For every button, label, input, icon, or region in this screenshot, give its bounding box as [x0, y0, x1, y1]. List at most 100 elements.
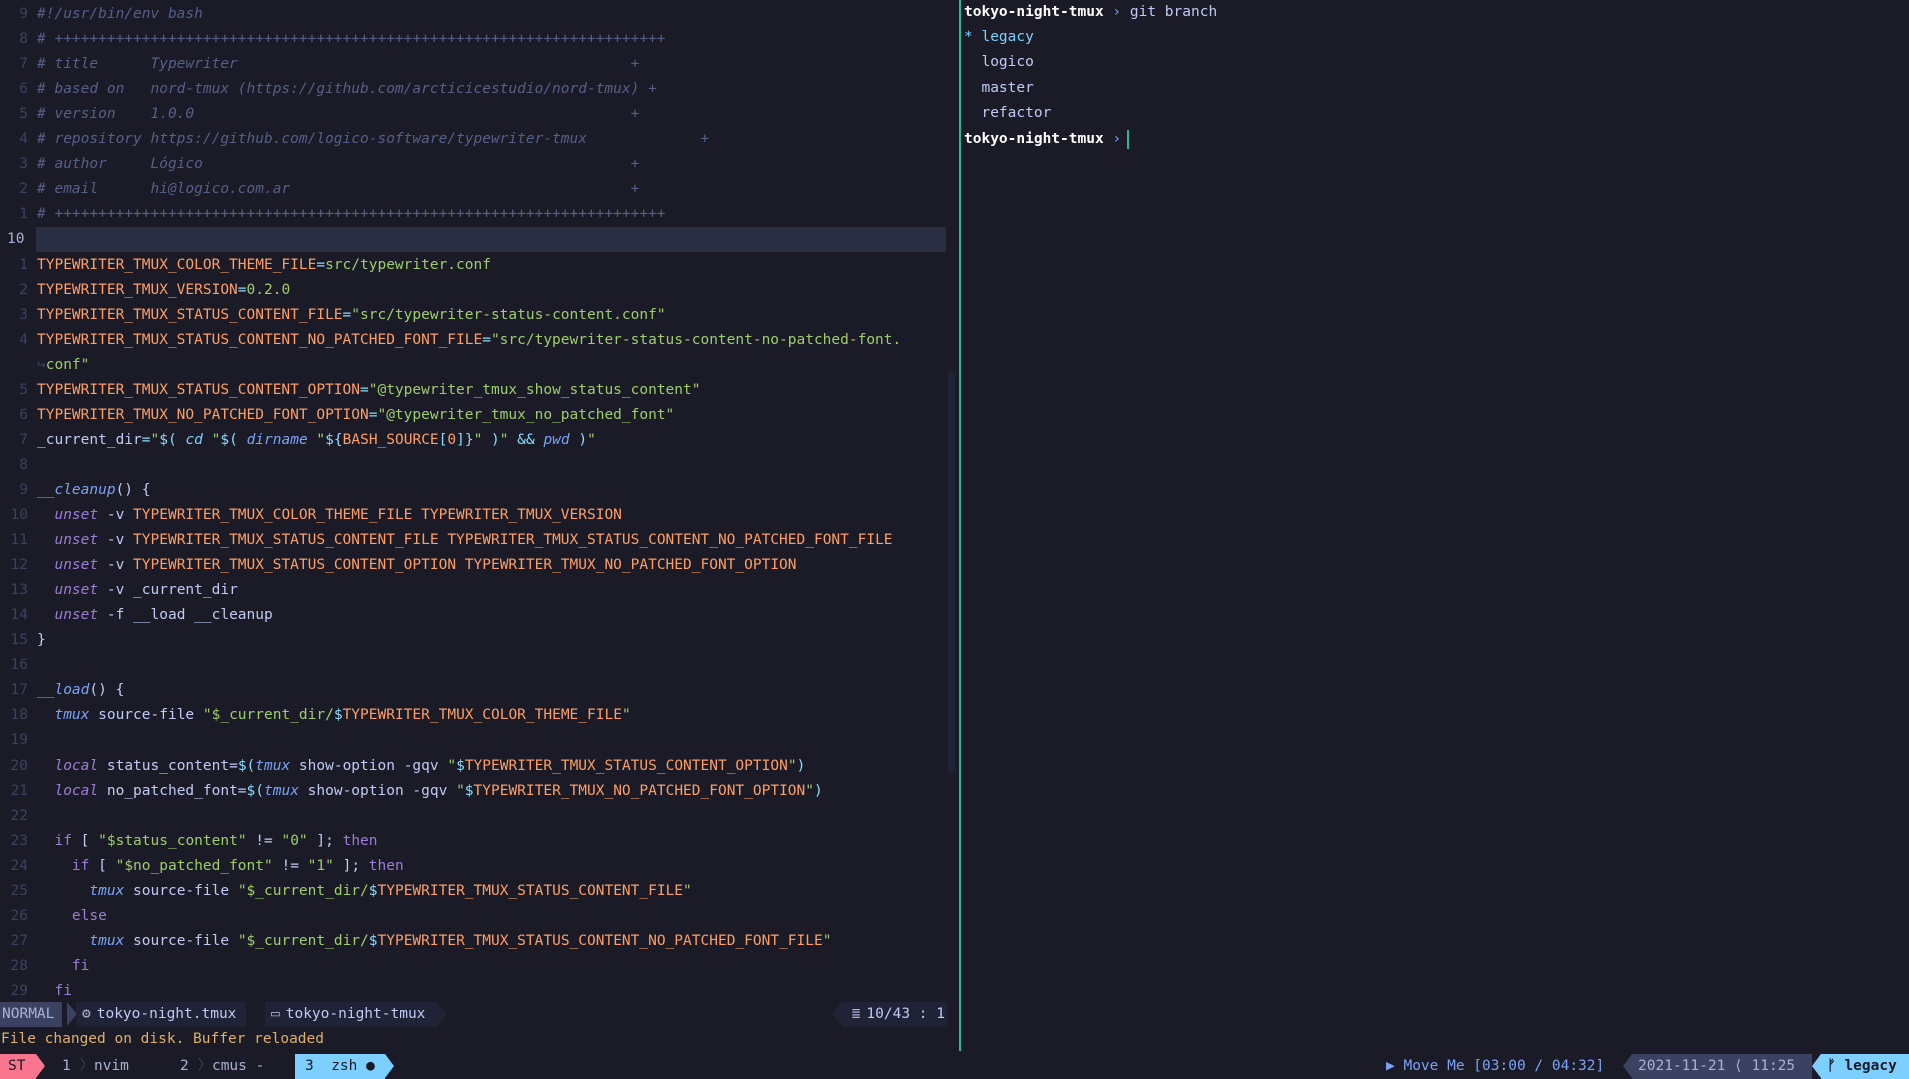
code-token: 0.2.0 — [246, 281, 291, 298]
code-token: no_patched_font= — [98, 782, 247, 799]
tmux-window-2[interactable]: 2 〉cmus - — [180, 1054, 264, 1079]
code-line[interactable]: # email hi@logico.com.ar + — [37, 177, 639, 202]
code-line[interactable]: unset -v TYPEWRITER_TMUX_STATUS_CONTENT_… — [37, 553, 796, 578]
prompt-directory: tokyo-night-tmux — [964, 131, 1104, 147]
code-line[interactable]: if [ "$no_patched_font" != "1" ]; then — [37, 854, 404, 879]
line-number: 20 — [10, 757, 28, 774]
code-token: dirname — [246, 431, 308, 448]
code-token: "src/typewriter-status-content.conf" — [351, 306, 666, 323]
code-line[interactable]: TYPEWRITER_TMUX_NO_PATCHED_FONT_OPTION="… — [37, 403, 674, 428]
code-line[interactable]: ↪conf" — [37, 353, 89, 378]
code-token: TYPEWRITER_TMUX_VERSION — [37, 281, 238, 298]
code-line[interactable]: tmux source-file "$_current_dir/$TYPEWRI… — [37, 879, 691, 904]
code-line[interactable]: TYPEWRITER_TMUX_STATUS_CONTENT_NO_PATCHE… — [37, 328, 901, 353]
code-line[interactable]: if [ "$status_content" != "0" ]; then — [37, 829, 377, 854]
branch-list-item: refactor — [964, 101, 1051, 126]
branch-list-item: logico — [964, 50, 1033, 75]
code-line[interactable]: tmux source-file "$_current_dir/$TYPEWRI… — [37, 929, 831, 954]
code-line[interactable]: local status_content=$(tmux show-option … — [37, 754, 805, 779]
code-token: ]; — [333, 857, 369, 874]
code-token: $( — [246, 782, 264, 799]
statusline-file: ⚙ tokyo-night.tmux — [76, 1002, 247, 1027]
code-token: BASH_SOURCE — [342, 431, 439, 448]
pane-divider[interactable] — [959, 0, 961, 1051]
code-token: src/typewriter.conf — [325, 256, 491, 273]
code-line[interactable]: fi — [37, 954, 89, 979]
code-line[interactable]: local no_patched_font=$(tmux show-option… — [37, 779, 822, 804]
cursor-position: 10/43 : 1 — [866, 1006, 945, 1022]
line-number: 22 — [10, 807, 28, 824]
code-token: source-file — [89, 707, 203, 724]
code-line[interactable]: _current_dir="$( cd "$( dirname "${BASH_… — [37, 428, 596, 453]
code-token: ) — [569, 431, 588, 448]
code-token: "$_current_dir/ — [202, 707, 334, 724]
code-line[interactable]: unset -v TYPEWRITER_TMUX_COLOR_THEME_FIL… — [37, 503, 621, 528]
code-line[interactable]: unset -f __load __cleanup — [37, 603, 273, 628]
code-token: TYPEWRITER_TMUX_NO_PATCHED_FONT_OPTION — [37, 406, 369, 423]
editor-scrollbar-thumb[interactable] — [948, 372, 955, 772]
code-token: conf" — [45, 356, 90, 373]
code-token: " — [307, 431, 326, 448]
code-line[interactable]: # title Typewriter + — [37, 52, 639, 77]
code-token: [ — [71, 832, 99, 849]
code-token: = — [237, 281, 247, 298]
code-token: = — [141, 431, 151, 448]
branch-name: refactor — [981, 104, 1052, 121]
code-line[interactable]: TYPEWRITER_TMUX_VERSION=0.2.0 — [37, 278, 290, 303]
code-token: -f __load __cleanup — [98, 607, 273, 624]
code-line[interactable]: # version 1.0.0 + — [37, 102, 639, 127]
code-token: status_content= — [98, 757, 238, 774]
code-token: () { — [89, 682, 125, 699]
code-line[interactable]: # ++++++++++++++++++++++++++++++++++++++… — [37, 202, 666, 227]
code-line[interactable]: __load() { — [37, 678, 124, 703]
terminal-pane[interactable] — [964, 0, 1909, 1050]
code-token: != — [246, 832, 282, 849]
line-number: 10 — [7, 231, 25, 248]
code-token: # ++++++++++++++++++++++++++++++++++++++… — [37, 206, 666, 223]
code-line[interactable]: else — [37, 904, 107, 929]
code-line[interactable]: # repository https://github.com/logico-s… — [37, 127, 709, 152]
tmux-window-3-active[interactable]: 3 zsh ● — [286, 1054, 394, 1079]
code-line[interactable]: unset -v TYPEWRITER_TMUX_STATUS_CONTENT_… — [37, 528, 892, 553]
code-token: " — [456, 782, 465, 799]
code-line[interactable]: unset -v _current_dir — [37, 578, 237, 603]
branch-marker — [964, 80, 973, 96]
code-line[interactable]: fi — [37, 979, 71, 1004]
line-number: 24 — [10, 857, 28, 874]
code-token: != — [272, 857, 308, 874]
line-number: 9 — [19, 6, 28, 22]
editor-pane[interactable]: 9 #!/usr/bin/env bash 8 # +++++++++++++++++… — [0, 0, 947, 1010]
code-token: tmux — [89, 882, 125, 899]
code-token: " — [787, 757, 797, 774]
code-line[interactable]: } — [37, 628, 46, 653]
code-line[interactable]: tmux source-file "$_current_dir/$TYPEWRI… — [37, 703, 630, 728]
code-line[interactable]: #!/usr/bin/env bash — [37, 2, 203, 27]
now-playing: ▶ Move Me [03:00 / 04:32] — [1386, 1058, 1605, 1074]
branch-name: master — [981, 79, 1034, 96]
command-line-message: File changed on disk. Buffer reloaded — [1, 1031, 325, 1047]
line-number: 7 — [19, 56, 28, 73]
code-line[interactable]: TYPEWRITER_TMUX_COLOR_THEME_FILE=src/typ… — [37, 253, 491, 278]
line-number: 1 — [19, 256, 28, 273]
terminal-prompt-line[interactable]: tokyo-night-tmux › — [964, 127, 1130, 152]
code-line[interactable]: # ++++++++++++++++++++++++++++++++++++++… — [37, 27, 666, 52]
code-token: unset — [54, 607, 99, 624]
code-token: $ — [333, 707, 343, 724]
code-line[interactable]: # based on nord-tmux (https://github.com… — [37, 77, 657, 102]
code-line[interactable]: TYPEWRITER_TMUX_STATUS_CONTENT_OPTION="@… — [37, 378, 700, 403]
tmux-session-name[interactable]: ST — [0, 1054, 45, 1079]
line-number: 28 — [10, 957, 28, 974]
code-line[interactable]: # author Lógico + — [37, 152, 639, 177]
code-line[interactable]: TYPEWRITER_TMUX_STATUS_CONTENT_FILE="src… — [37, 303, 666, 328]
tmux-window-1[interactable]: 1 〉nvim — [62, 1054, 129, 1079]
code-token: ) — [482, 431, 500, 448]
code-token: TYPEWRITER_TMUX_STATUS_CONTENT_FILE — [37, 306, 343, 323]
code-token: tmux — [255, 757, 291, 774]
code-line[interactable]: __cleanup() { — [37, 478, 151, 503]
